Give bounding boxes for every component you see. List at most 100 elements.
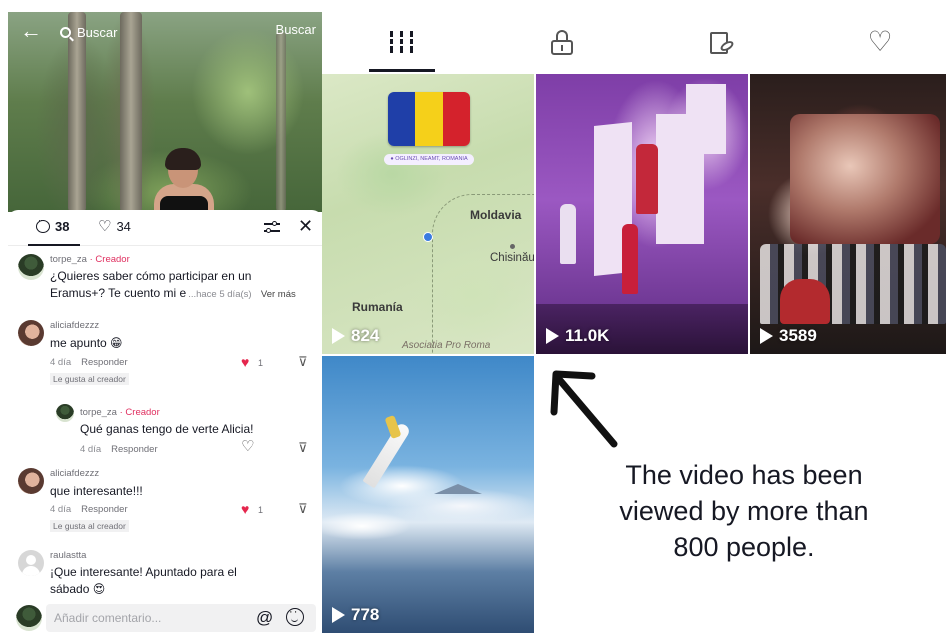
map-label-region: Moldavia [470,208,522,222]
comment-meta: 4 día Responder [80,444,158,455]
screen-closeup [790,114,940,244]
search-button[interactable]: Buscar [276,22,316,37]
map-label-country: Rumanía [352,300,403,314]
comment-like-count: 1 [258,505,264,515]
comment-username[interactable]: aliciafdezzz [50,320,99,331]
comment-item: aliciafdezzz que interesante!!! 4 día Res… [8,466,322,536]
comment-item: aliciafdezzz me apunto 😁 4 día Responder … [8,318,322,388]
performer [780,279,830,324]
map-label-city: Chisinău [490,252,534,264]
comment-item: raulastta ¡Que interesante! Apuntado par… [8,548,322,602]
romania-flag [388,92,470,146]
comment-username[interactable]: torpe_za · Creador [80,407,160,418]
comment-bubble-icon [36,215,50,233]
tab-videos[interactable] [382,22,422,62]
comment-text: que interesante!!! [50,484,143,498]
comment-meta: 4 día Responder [50,357,128,368]
comments-header: 38 ♡ 34 ✕ [8,210,322,246]
tree-trunk [276,32,286,212]
dislike-icon[interactable]: ⊽ [298,354,308,370]
reply-item: torpe_za · Creador Qué ganas tengo de ve… [8,404,322,455]
comment-text: sábado 😍 [50,582,106,596]
performer [622,224,638,294]
annotation-text: The video has been viewed by more than 8… [619,460,869,562]
play-icon [332,607,345,623]
comment-input-bar: @ [8,602,322,633]
video-thumbnail[interactable]: 778 [322,356,534,633]
avatar[interactable] [18,254,44,280]
comment-text: Eramus+? Te cuento mi e ...hace 5 día(s) … [50,286,296,300]
comment-input-wrapper[interactable]: @ [46,604,316,632]
person-hair [165,148,201,170]
comments-sheet: 38 ♡ 34 ✕ torpe_za · Creador [8,210,322,633]
performer [636,144,658,214]
comment-input[interactable] [54,604,244,632]
comments-tab[interactable]: 38 [36,215,70,234]
comment-text: ¡Que interesante! Apuntado para el [50,565,237,579]
comment-username[interactable]: torpe_za · Creador [50,254,130,265]
airplane-wing [362,421,412,489]
heart-filled-icon[interactable]: ♥ [241,355,249,369]
avatar[interactable] [18,468,44,494]
play-icon [546,328,559,344]
comment-text: me apunto 😁 [50,336,123,350]
profile-tabs: ♡ [322,0,946,74]
emoji-icon[interactable] [286,606,304,626]
avatar[interactable] [18,550,44,576]
comment-username[interactable]: raulastta [50,550,86,561]
play-icon [760,328,773,344]
heart-icon: ♡ [867,26,893,57]
see-more-link[interactable]: Ver más [261,289,296,300]
creator-tag: · Creador [89,254,130,265]
liked-by-creator-badge: Le gusta al creador [50,373,129,385]
video-preview[interactable]: ← Buscar Buscar [8,12,322,214]
reply-button[interactable]: Responder [81,357,127,368]
comment-item: torpe_za · Creador ¿Quieres saber cómo p… [8,252,322,308]
comment-username[interactable]: aliciafdezzz [50,468,99,479]
video-thumbnail[interactable]: 3589 [750,74,946,354]
comment-meta: 4 día Responder [50,504,128,515]
mountain [434,484,482,494]
video-thumbnail[interactable]: ● OGLINZI, NEAMT, ROMANIA Moldavia Chisi… [322,74,534,354]
heart-outline-icon: ♡ [98,217,112,235]
search-icon [60,26,71,38]
video-comments-panel: ← Buscar Buscar 38 ♡ 34 [8,12,322,633]
stage-panel [686,84,726,154]
screen: ← Buscar Buscar 38 ♡ 34 [0,0,946,633]
active-tab-indicator [369,69,435,72]
avatar[interactable] [56,404,74,422]
play-icon [332,328,345,344]
mention-icon[interactable]: @ [256,608,273,628]
reply-button[interactable]: Responder [111,444,157,455]
view-count: 11.0K [546,326,609,346]
pointer-arrow-icon [550,370,618,448]
heart-outline-icon[interactable]: ♡ [241,439,254,454]
view-count: 824 [332,326,379,346]
search-field[interactable]: Buscar [60,22,117,42]
avatar[interactable] [18,320,44,346]
map-watermark: Asociatia Pro Roma [402,340,491,351]
dislike-icon[interactable]: ⊽ [298,501,308,517]
heart-filled-icon[interactable]: ♥ [241,502,249,516]
liked-by-creator-badge: Le gusta al creador [50,520,129,532]
grid-icon [389,31,415,53]
like-count: 34 [116,219,131,234]
tab-private[interactable] [542,22,582,62]
comment-count: 38 [55,219,70,234]
tree-trunk [120,12,142,212]
likes-tab[interactable]: ♡ 34 [98,217,131,235]
tab-tagged[interactable] [702,22,742,62]
search-label: Buscar [77,24,118,40]
reply-button[interactable]: Responder [81,504,127,515]
tab-liked[interactable]: ♡ [860,22,900,62]
comment-text: Qué ganas tengo de verte Alicia! [80,422,254,436]
comment-like-count: 1 [258,358,264,368]
dislike-icon[interactable]: ⊽ [298,440,308,456]
filter-sliders-icon[interactable] [264,220,280,234]
close-icon[interactable]: ✕ [298,216,313,237]
back-arrow-icon[interactable]: ← [20,20,42,42]
video-thumbnail[interactable]: 11.0K [536,74,748,354]
view-count: 778 [332,605,379,625]
location-tag: ● OGLINZI, NEAMT, ROMANIA [384,154,474,165]
view-count: 3589 [760,326,817,346]
